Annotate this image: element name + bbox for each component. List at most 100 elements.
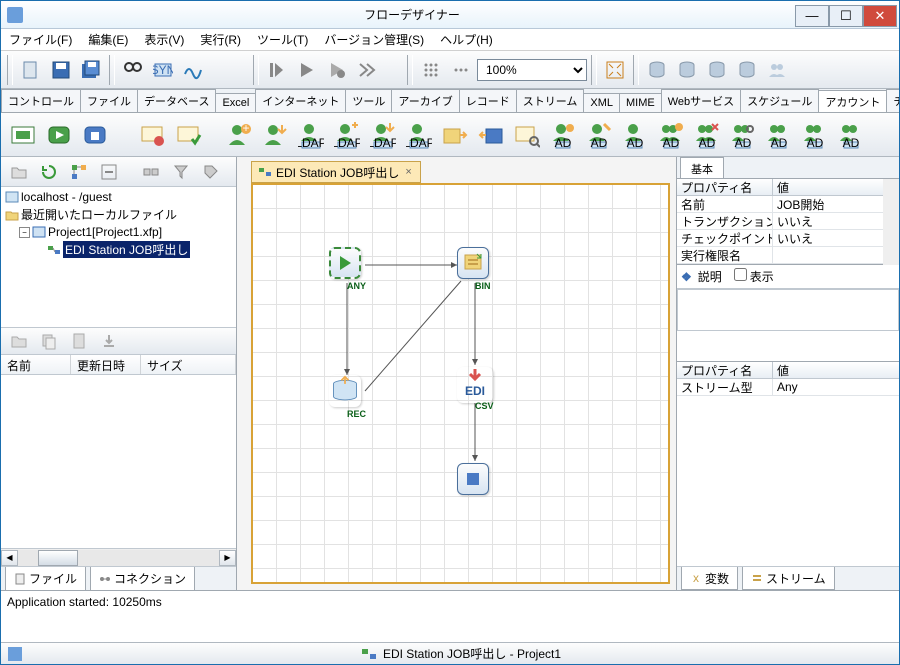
grid-dots-button[interactable] — [417, 56, 445, 84]
left-tab-connection[interactable]: コネクション — [90, 567, 195, 591]
new-button[interactable] — [17, 56, 45, 84]
collapse-icon[interactable] — [95, 158, 123, 186]
description-area[interactable] — [677, 289, 899, 331]
show-checkbox[interactable]: 表示 — [734, 268, 774, 285]
node-rec[interactable]: REC — [329, 375, 365, 411]
prop2-row[interactable]: ストリーム型Any — [677, 379, 899, 396]
save-button[interactable] — [47, 56, 75, 84]
component-ad-user-add[interactable]: AD — [547, 118, 579, 152]
run-button[interactable] — [293, 56, 321, 84]
prop-col-val[interactable]: 値 — [773, 179, 883, 196]
component-user-add[interactable]: + — [223, 118, 255, 152]
open-folder-icon[interactable] — [5, 327, 33, 355]
right-tab-basic[interactable]: 基本 — [680, 157, 724, 178]
flow-canvas[interactable]: ANY BIN REC EDI CSV — [251, 183, 670, 584]
right-tab-vars[interactable]: x変数 — [681, 567, 738, 590]
tab-webservice[interactable]: Webサービス — [661, 89, 741, 112]
prop-row[interactable]: 実行権限名 — [677, 247, 883, 264]
tab-archive[interactable]: アーカイブ — [391, 89, 459, 112]
tab-chart[interactable]: チャート — [886, 89, 899, 112]
property-scrollbar[interactable] — [883, 179, 899, 265]
paste-icon[interactable] — [65, 327, 93, 355]
component-ad-extra[interactable]: AD — [835, 118, 867, 152]
component-ad-group-search[interactable]: AD — [727, 118, 759, 152]
search-button[interactable] — [119, 56, 147, 84]
close-button[interactable]: ✕ — [863, 5, 897, 27]
component-ad-group-del[interactable]: AD — [691, 118, 723, 152]
sync-button[interactable]: SYN — [149, 56, 177, 84]
menu-tools[interactable]: ツール(T) — [249, 28, 316, 51]
scroll-thumb[interactable] — [38, 550, 78, 566]
component-start[interactable] — [43, 118, 75, 152]
component-user-down[interactable] — [259, 118, 291, 152]
refresh-icon[interactable] — [35, 158, 63, 186]
menu-edit[interactable]: 編集(E) — [80, 28, 136, 51]
component-stop[interactable] — [79, 118, 111, 152]
filter-icon[interactable] — [167, 158, 195, 186]
tab-mime[interactable]: MIME — [619, 93, 662, 112]
prop-col-key[interactable]: プロパティ名 — [677, 179, 773, 196]
document-tab[interactable]: EDI Station JOB呼出し × — [251, 161, 421, 183]
menu-help[interactable]: ヘルプ(H) — [432, 28, 501, 51]
scroll-left-button[interactable]: ◀ — [1, 550, 18, 566]
tree-icon[interactable] — [65, 158, 93, 186]
node-bin[interactable]: BIN — [457, 247, 493, 283]
col-name[interactable]: 名前 — [1, 355, 71, 374]
save-all-button[interactable] — [77, 56, 105, 84]
menu-version[interactable]: バージョン管理(S) — [316, 28, 432, 51]
db-button-2[interactable] — [673, 56, 701, 84]
fast-button[interactable] — [353, 56, 381, 84]
component-folder-out[interactable] — [439, 118, 471, 152]
node-edi[interactable]: EDI CSV — [457, 367, 493, 403]
db-button-3[interactable] — [703, 56, 731, 84]
component-ad-group-add[interactable]: AD — [655, 118, 687, 152]
component-ldap-2[interactable]: LDAP — [331, 118, 363, 152]
tab-xml[interactable]: XML — [583, 93, 620, 112]
tab-excel[interactable]: Excel — [215, 93, 256, 112]
tree-job[interactable]: EDI Station JOB呼出し — [3, 240, 234, 259]
node-start[interactable]: ANY — [329, 247, 365, 283]
tag-icon[interactable] — [197, 158, 225, 186]
output-console[interactable]: Application started: 10250ms — [1, 590, 899, 642]
export-icon[interactable] — [95, 327, 123, 355]
prop-row[interactable]: 名前JOB開始 — [677, 196, 883, 213]
fit-button[interactable] — [601, 56, 629, 84]
maximize-button[interactable]: ☐ — [829, 5, 863, 27]
tab-control[interactable]: コントロール — [1, 89, 81, 112]
component-folder-in[interactable] — [475, 118, 507, 152]
property-grid[interactable]: プロパティ名値 名前JOB開始 トランザクション...いいえ チェックポイント.… — [677, 179, 883, 265]
tree-project[interactable]: − Project1[Project1.xfp] — [3, 224, 234, 240]
sign-button[interactable] — [179, 56, 207, 84]
menu-view[interactable]: 表示(V) — [136, 28, 192, 51]
document-tab-close[interactable]: × — [403, 166, 413, 178]
project-tree[interactable]: localhost - /guest 最近開いたローカルファイル − Proje… — [1, 187, 236, 327]
menu-dots-button[interactable] — [447, 56, 475, 84]
tree-root[interactable]: localhost - /guest — [3, 189, 234, 205]
copy-icon[interactable] — [35, 327, 63, 355]
expand-icon[interactable]: ❖ — [681, 270, 692, 284]
component-ldap-4[interactable]: LDAP — [403, 118, 435, 152]
tab-account[interactable]: アカウント — [818, 90, 887, 113]
tab-schedule[interactable]: スケジュール — [740, 89, 819, 112]
link-icon[interactable] — [137, 158, 165, 186]
file-list[interactable] — [1, 375, 236, 548]
minimize-button[interactable]: — — [795, 5, 829, 27]
component-ad-group-unlink[interactable]: AD — [799, 118, 831, 152]
prop2-col-val[interactable]: 値 — [773, 362, 899, 379]
node-end[interactable] — [457, 463, 493, 499]
step-button[interactable] — [263, 56, 291, 84]
h-scrollbar[interactable]: ◀ ▶ — [1, 548, 236, 566]
folder-open-icon[interactable] — [5, 158, 33, 186]
pause-button[interactable] — [323, 56, 351, 84]
component-ad-group-link[interactable]: AD — [763, 118, 795, 152]
prop2-col-key[interactable]: プロパティ名 — [677, 362, 773, 379]
users-button[interactable] — [763, 56, 791, 84]
prop-row[interactable]: トランザクション...いいえ — [677, 213, 883, 230]
component-ldap-3[interactable]: LDAP — [367, 118, 399, 152]
tab-internet[interactable]: インターネット — [255, 89, 346, 112]
menu-file[interactable]: ファイル(F) — [1, 28, 80, 51]
db-button-1[interactable] — [643, 56, 671, 84]
component-ad-user[interactable]: AD — [619, 118, 651, 152]
tree-collapse-icon[interactable]: − — [19, 227, 30, 238]
scroll-right-button[interactable]: ▶ — [219, 550, 236, 566]
